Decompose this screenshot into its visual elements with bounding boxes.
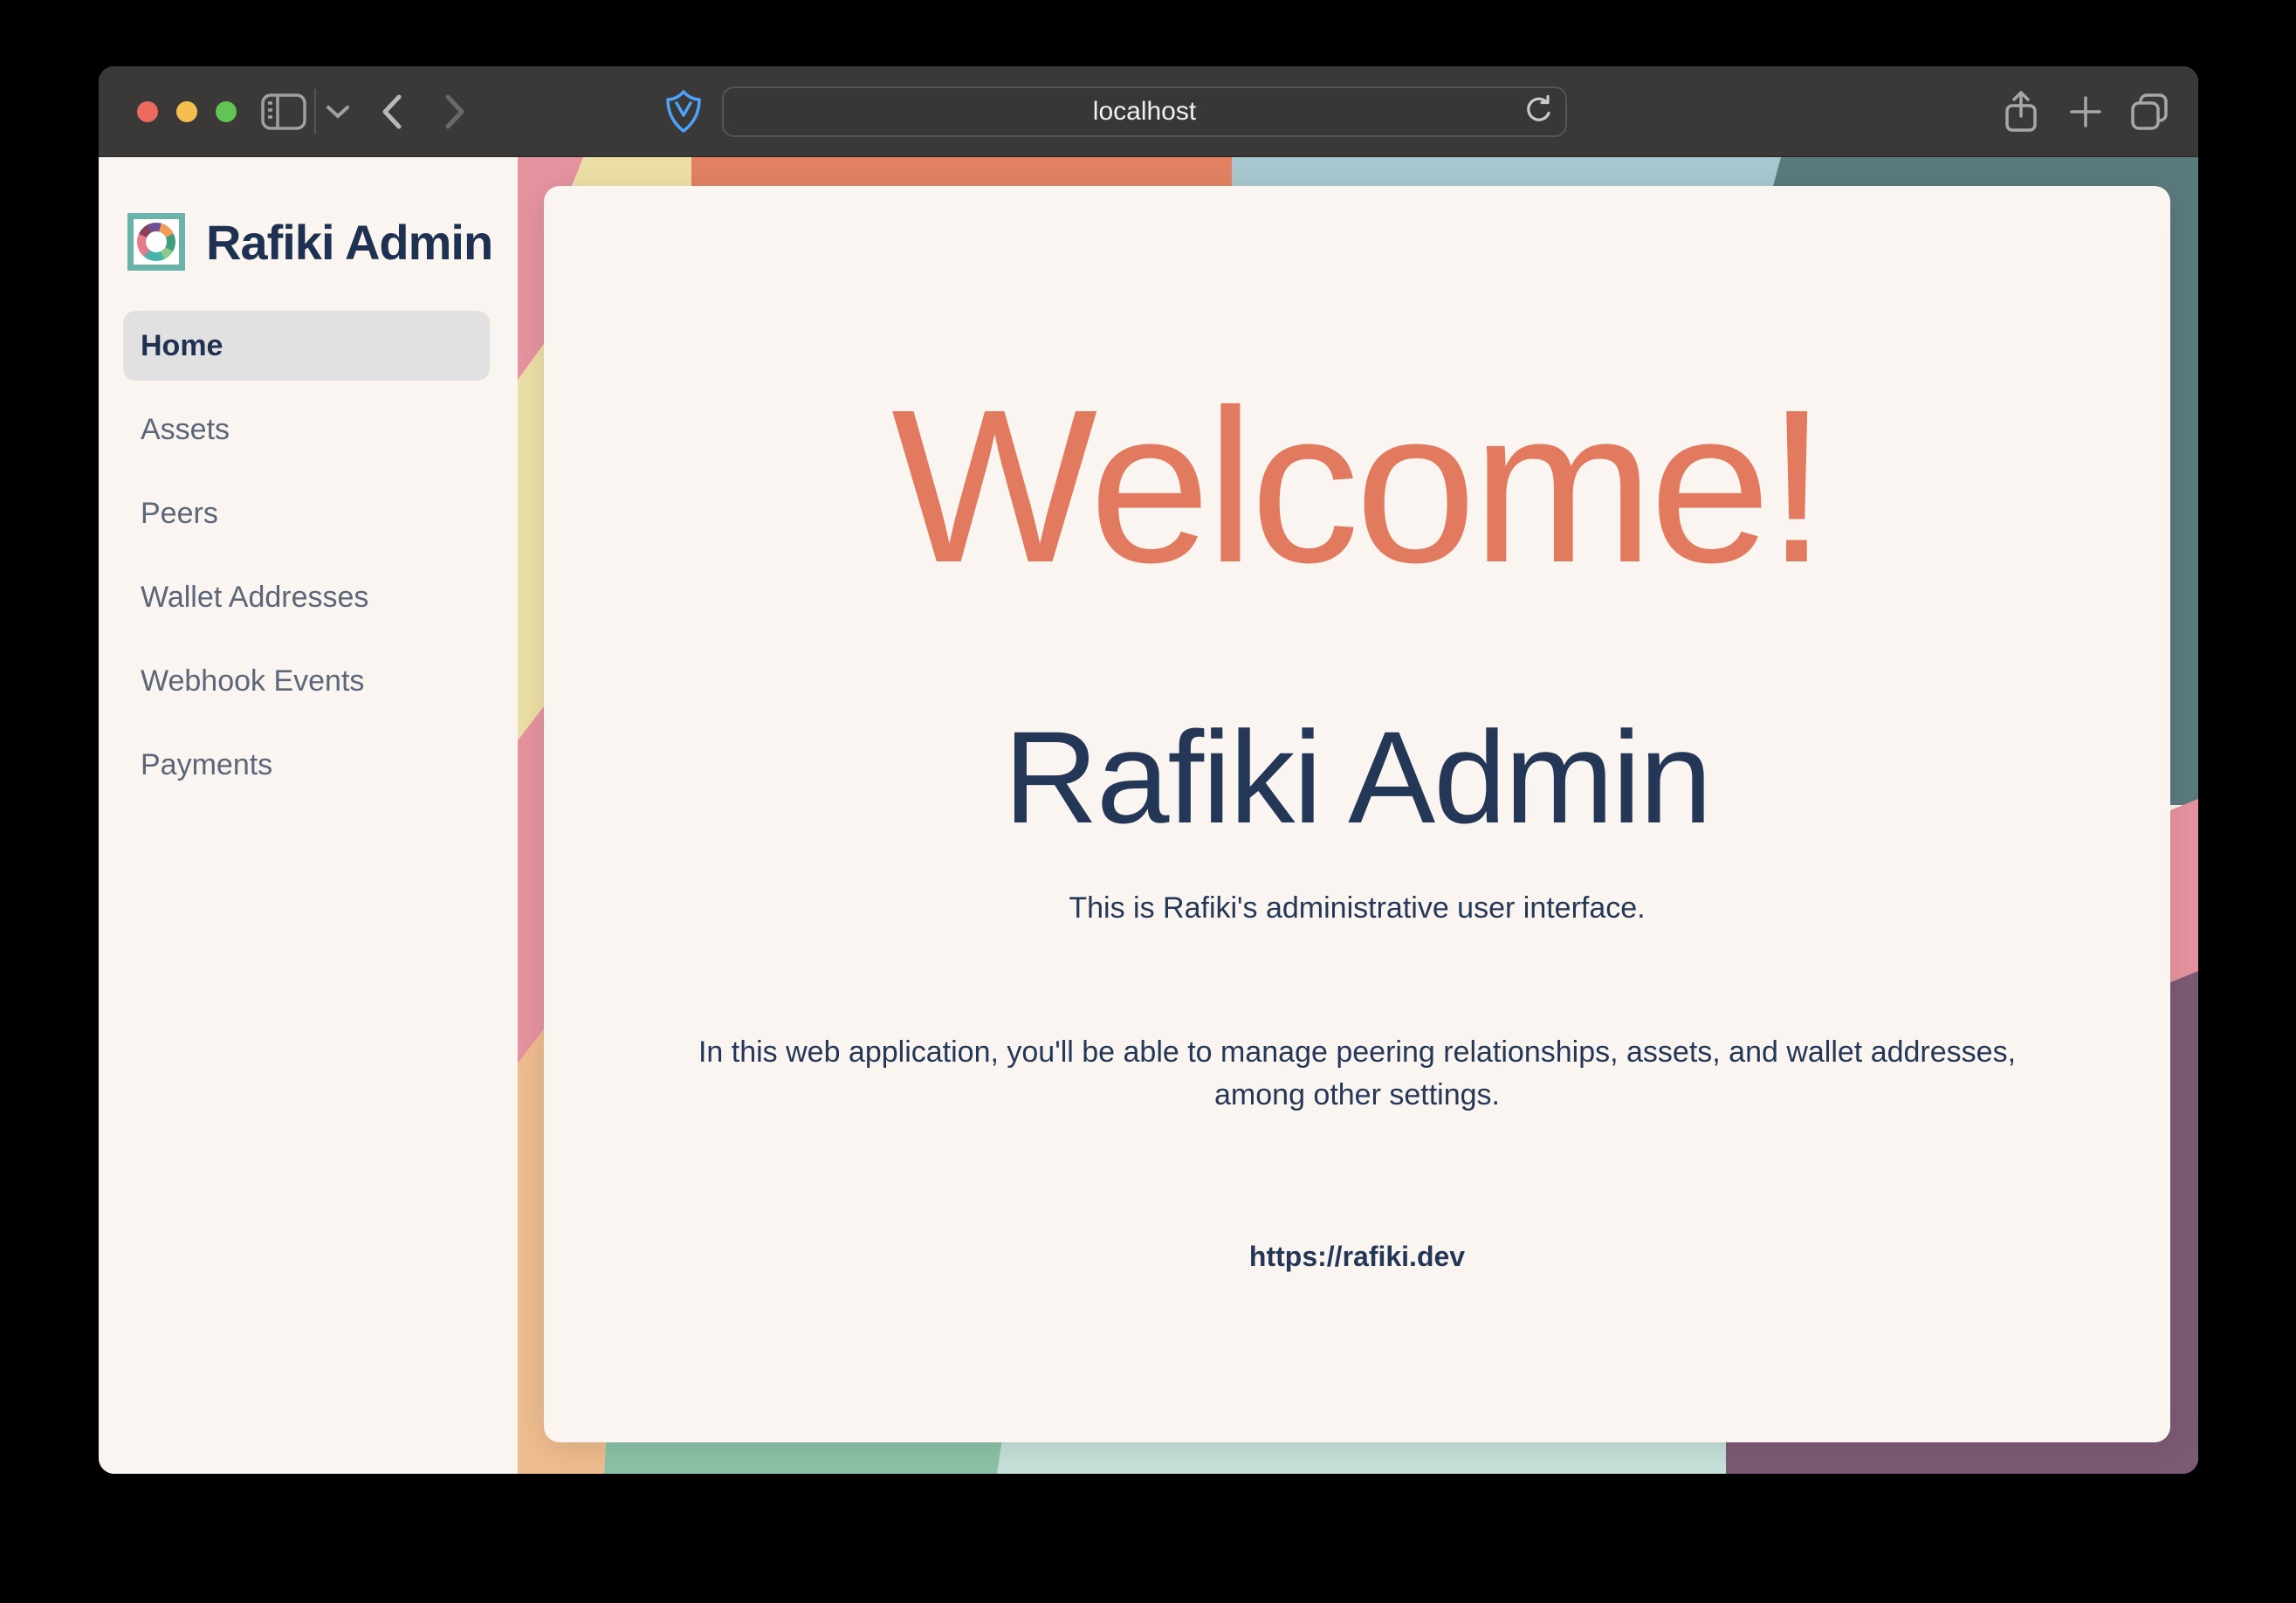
browser-toolbar: localhost [99, 66, 2198, 157]
privacy-shield-icon[interactable] [659, 66, 708, 157]
chevron-down-icon[interactable] [322, 66, 354, 157]
rafiki-ring-logo-icon [127, 213, 185, 271]
close-button[interactable] [137, 101, 158, 122]
sidebar-item-label: Webhook Events [141, 664, 364, 698]
page-subtitle: This is Rafiki's administrative user int… [544, 891, 2170, 925]
address-bar[interactable]: localhost [722, 86, 1567, 137]
sidebar-toggle-icon[interactable] [261, 66, 306, 157]
sidebar-item-label: Peers [141, 497, 218, 531]
new-tab-icon[interactable] [2065, 66, 2107, 157]
page-description: In this web application, you'll be able … [675, 1031, 2039, 1118]
sidebar-item-label: Wallet Addresses [141, 581, 368, 615]
welcome-heading: Welcome! [544, 361, 2170, 612]
sidebar-nav: Home Assets Peers Wallet Addresses Webho… [123, 311, 490, 814]
sidebar-item-label: Assets [141, 413, 230, 447]
sidebar-item-wallet-addresses[interactable]: Wallet Addresses [123, 562, 490, 632]
sidebar-item-label: Payments [141, 748, 272, 782]
rafiki-dev-link[interactable]: https://rafiki.dev [544, 1241, 2170, 1273]
browser-window: localhost [99, 66, 2198, 1474]
sidebar-item-assets[interactable]: Assets [123, 395, 490, 464]
share-icon[interactable] [2000, 66, 2042, 157]
sidebar-item-label: Home [141, 329, 223, 363]
brand: Rafiki Admin [127, 213, 492, 271]
traffic-lights [137, 66, 237, 157]
reload-icon[interactable] [1523, 94, 1553, 130]
browser-viewport: Rafiki Admin Home Assets Peers Wallet Ad… [99, 157, 2198, 1474]
sidebar-item-payments[interactable]: Payments [123, 730, 490, 800]
page-title: Rafiki Admin [544, 705, 2170, 850]
toolbar-divider [314, 89, 316, 134]
brand-title: Rafiki Admin [206, 214, 492, 271]
sidebar-item-peers[interactable]: Peers [123, 478, 490, 548]
sidebar: Rafiki Admin Home Assets Peers Wallet Ad… [99, 157, 518, 1474]
forward-icon[interactable] [437, 66, 472, 157]
tab-overview-icon[interactable] [2126, 66, 2173, 157]
sidebar-item-home[interactable]: Home [123, 311, 490, 381]
welcome-card: Welcome! Rafiki Admin This is Rafiki's a… [544, 186, 2170, 1442]
sidebar-item-webhook-events[interactable]: Webhook Events [123, 646, 490, 716]
minimize-button[interactable] [176, 101, 197, 122]
address-bar-url[interactable]: localhost [1093, 97, 1196, 127]
back-icon[interactable] [375, 66, 409, 157]
fullscreen-button[interactable] [216, 101, 237, 122]
